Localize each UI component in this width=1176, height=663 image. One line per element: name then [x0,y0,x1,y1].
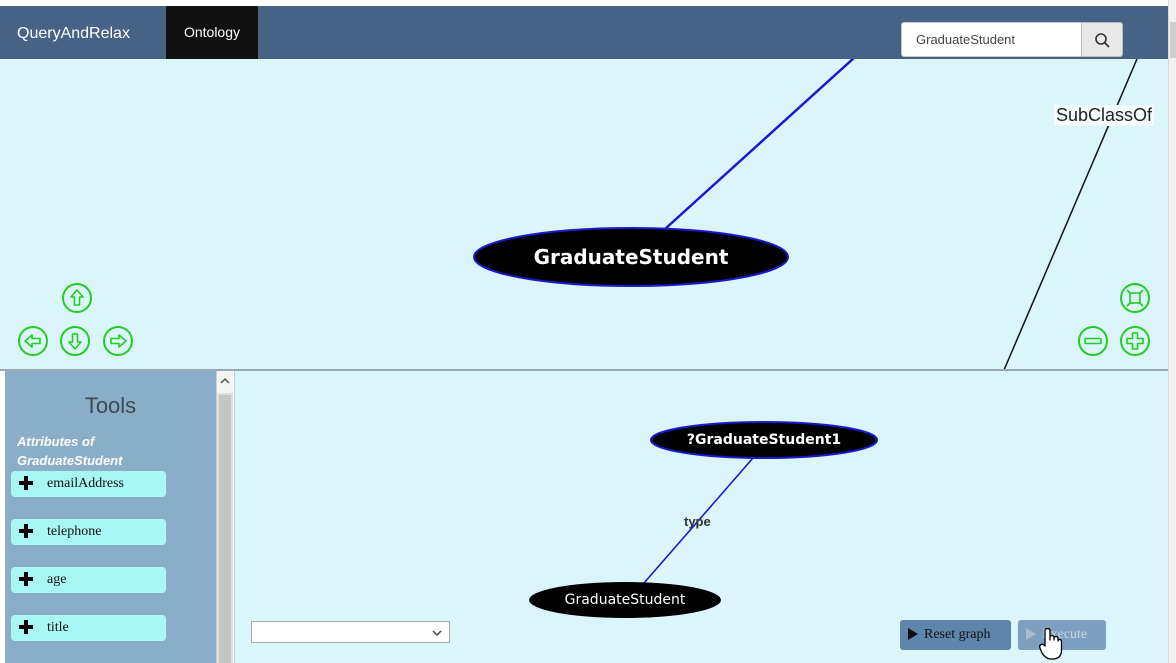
search-input[interactable] [901,22,1082,57]
type-edge-label: type [684,514,711,529]
tools-scrollbar[interactable] [216,371,233,663]
chevron-down-icon [432,630,442,637]
graduatestudent-node-label[interactable]: GraduateStudent [474,245,788,269]
attribute-button-telephone[interactable]: telephone [11,519,166,545]
scroll-up-button[interactable] [217,371,233,393]
tools-title: Tools [84,393,137,418]
page-scrollbar-thumb[interactable] [1170,22,1176,58]
attributes-heading-line2: GraduateStudent [17,453,123,468]
plus-icon [19,476,33,490]
arrow-right-icon[interactable] [103,326,133,356]
attribute-button-age[interactable]: age [11,567,166,593]
arrow-up-icon[interactable] [62,283,92,313]
search-button[interactable] [1081,22,1123,57]
app-root: QueryAndRelax Ontology GraduateStudent G… [0,0,1176,663]
variable-node-label[interactable]: ?GraduateStudent1 [651,432,877,448]
ontology-graph-panel[interactable]: GraduateStudent SubClassOf [0,59,1168,370]
hand-cursor-icon [1039,628,1063,660]
tab-ontology[interactable]: Ontology [166,6,258,59]
class-node-label[interactable]: GraduateStudent [529,592,721,608]
tools-sidebar: Tools Attributes of GraduateStudent emai… [5,371,216,663]
attribute-button-title[interactable]: title [11,615,166,641]
fit-view-icon[interactable] [1120,283,1150,313]
tools-scrollbar-thumb[interactable] [219,395,231,663]
attributes-heading: Attributes of GraduateStudent [17,432,207,470]
attribute-label: title [47,620,69,635]
search-icon [1095,33,1110,48]
zoom-in-icon[interactable] [1120,326,1150,356]
app-brand[interactable]: QueryAndRelax [17,25,130,43]
query-graph-panel[interactable]: ?GraduateStudent1 type GraduateStudent R… [234,371,1168,663]
attributes-heading-line1: Attributes of [17,434,95,449]
plus-icon [19,524,33,538]
zoom-out-icon[interactable] [1078,326,1108,356]
reset-graph-button[interactable]: Reset graph [900,620,1011,650]
attribute-button-emailaddress[interactable]: emailAddress [11,471,166,497]
top-navbar: QueryAndRelax Ontology [0,6,1168,59]
subclassof-edge-label: SubClassOf [1054,105,1155,126]
plus-icon [19,572,33,586]
page-scrollbar[interactable] [1168,0,1176,663]
play-icon [908,628,918,640]
arrow-left-icon[interactable] [18,326,48,356]
attribute-label: telephone [47,524,102,539]
chevron-up-icon [220,377,230,384]
play-icon [1026,628,1036,640]
arrow-down-icon[interactable] [60,326,90,356]
type-select-dropdown[interactable] [251,621,450,643]
plus-icon [19,620,33,634]
attribute-label: emailAddress [47,476,124,491]
ontology-graph-canvas [18,59,1150,370]
attribute-label: age [47,572,67,587]
graph-edge-parent [664,59,855,230]
reset-graph-label: Reset graph [924,627,991,642]
